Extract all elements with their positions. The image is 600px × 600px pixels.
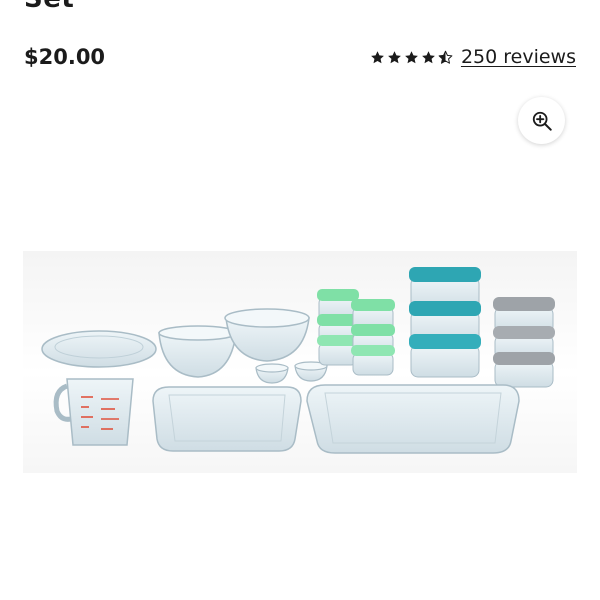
product-title: Set	[24, 0, 74, 14]
mixing-bowl-small	[158, 325, 238, 378]
green-lid-containers	[317, 289, 395, 376]
pie-plate	[41, 330, 157, 368]
teal-lid-containers	[409, 267, 481, 378]
product-detail-page: Set $20.00 250 reviews	[0, 0, 600, 600]
product-image[interactable]	[23, 251, 577, 473]
reviews-link[interactable]: 250 reviews	[461, 46, 576, 68]
star-icon	[405, 50, 418, 63]
star-icon	[371, 50, 384, 63]
gray-lid-containers	[493, 297, 555, 388]
glassware-set-illustration	[41, 267, 555, 454]
square-baking-dish	[152, 386, 302, 452]
zoom-button[interactable]	[518, 97, 565, 144]
star-icon	[422, 50, 435, 63]
star-rating	[370, 50, 453, 65]
star-half-icon	[438, 50, 453, 64]
mixing-bowl-large	[224, 308, 310, 362]
zoom-in-icon	[532, 111, 552, 131]
custard-cups	[255, 361, 328, 384]
star-icon	[388, 50, 401, 63]
rectangular-baking-dish	[306, 384, 520, 454]
product-price: $20.00	[24, 45, 106, 69]
measuring-cup	[53, 378, 134, 446]
rating-summary[interactable]: 250 reviews	[370, 46, 576, 68]
